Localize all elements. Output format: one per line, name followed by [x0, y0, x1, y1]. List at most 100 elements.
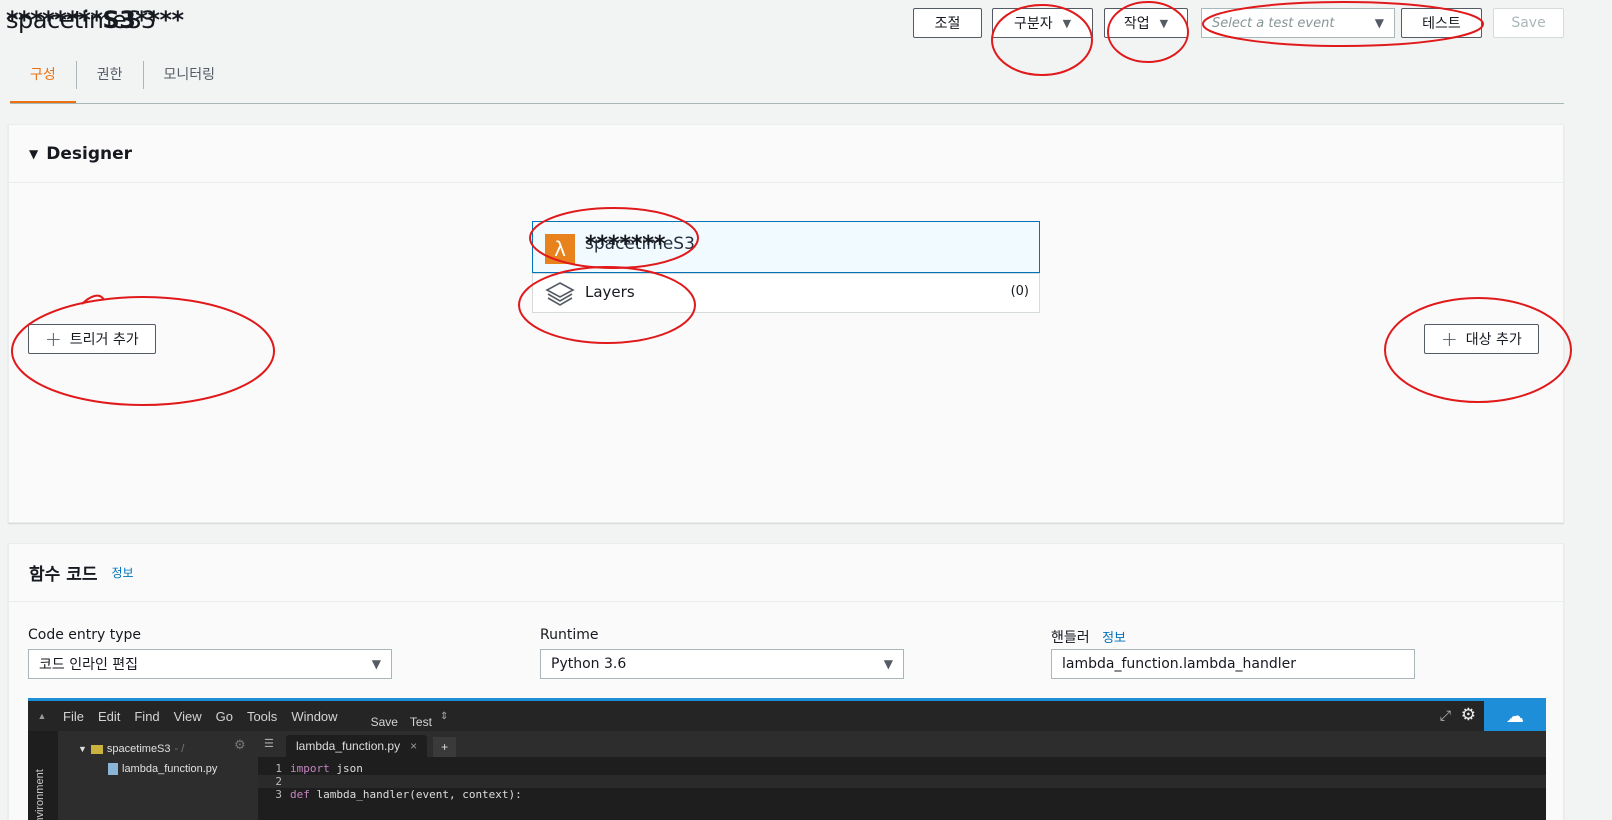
- file-name: lambda_function.py: [122, 763, 218, 775]
- layers-icon: [545, 282, 575, 306]
- test-button[interactable]: 테스트: [1401, 8, 1482, 38]
- tree-gear-icon[interactable]: ⚙: [234, 737, 246, 753]
- code-area[interactable]: ☰ lambda_function.py × + 1 import json 2…: [258, 731, 1546, 820]
- caret-down-icon: ▼: [1159, 16, 1169, 30]
- save-button[interactable]: Save: [1493, 8, 1564, 38]
- menu-find[interactable]: Find: [127, 709, 166, 724]
- test-event-select[interactable]: Select a test event ▼: [1201, 8, 1395, 38]
- function-title: spacetimeS3 ********S3****: [6, 6, 184, 34]
- python-file-icon: [108, 763, 118, 775]
- code-keyword: import: [290, 762, 330, 775]
- actions-button[interactable]: 작업 ▼: [1104, 8, 1188, 38]
- caret-down-icon: ▼: [371, 657, 381, 671]
- menu-go[interactable]: Go: [209, 709, 240, 724]
- editor-tabs: ☰ lambda_function.py × +: [258, 731, 1546, 757]
- updown-icon[interactable]: ⇕: [440, 711, 448, 722]
- caret-down-icon: ▼: [883, 657, 893, 671]
- caret-down-icon: ▼: [29, 146, 39, 161]
- throttle-label: 조절: [934, 16, 961, 32]
- editor-save-button[interactable]: Save: [365, 715, 404, 729]
- handler-info-link[interactable]: 정보: [1102, 631, 1126, 646]
- info-link[interactable]: 정보: [111, 564, 133, 581]
- caret-down-icon: ▼: [1374, 16, 1384, 30]
- folder-icon: [90, 744, 103, 754]
- handler-label-row: 핸들러 정보: [1051, 627, 1126, 647]
- runtime-label: Runtime: [540, 627, 599, 643]
- code-entry-label: Code entry type: [28, 627, 142, 643]
- layers-label: Layers: [585, 283, 635, 301]
- tab-label: 권한: [96, 67, 123, 83]
- new-tab-button[interactable]: +: [433, 737, 457, 757]
- menu-window[interactable]: Window: [284, 709, 344, 724]
- caret-down-icon: ▼: [78, 744, 87, 754]
- line-number: 1: [275, 762, 282, 775]
- code-entry-value: 코드 인라인 편집: [39, 657, 139, 673]
- tab-permissions[interactable]: 권한: [77, 58, 143, 104]
- code-line: 2: [258, 775, 1546, 788]
- menu-view[interactable]: View: [167, 709, 209, 724]
- menu-tools[interactable]: Tools: [240, 709, 284, 724]
- handler-label: 핸들러: [1051, 630, 1090, 646]
- menu-edit[interactable]: Edit: [91, 709, 127, 724]
- tab-menu-icon[interactable]: ☰: [264, 737, 274, 750]
- file-tree: ▼ spacetimeS3 - / ⚙ lambda_function.py: [58, 731, 258, 820]
- code-text: json: [329, 762, 363, 775]
- redaction-overlay: *******: [585, 232, 666, 257]
- add-trigger-button[interactable]: + 트리거 추가: [28, 324, 156, 354]
- config-tabs: 구성 권한 모니터링: [10, 58, 235, 104]
- folder-name: spacetimeS3: [106, 743, 171, 755]
- tab-label: 구성: [30, 67, 56, 83]
- tab-label: 모니터링: [163, 67, 216, 83]
- redaction-overlay: ********S3****: [6, 6, 184, 34]
- folder-suffix: - /: [174, 743, 185, 755]
- designer-panel: ▼ Designer: [8, 124, 1564, 523]
- test-event-placeholder: Select a test event: [1212, 15, 1335, 31]
- tree-folder[interactable]: ▼ spacetimeS3 - /: [78, 743, 184, 755]
- test-label: 테스트: [1422, 16, 1461, 32]
- lambda-icon: λ: [545, 234, 575, 264]
- add-destination-button[interactable]: + 대상 추가: [1424, 324, 1539, 354]
- function-node[interactable]: λ spacetimeS3 *******: [532, 221, 1040, 273]
- tree-file[interactable]: lambda_function.py: [108, 763, 217, 775]
- tabs-divider: [10, 103, 1564, 104]
- menu-file[interactable]: File: [56, 709, 91, 724]
- qualifiers-label: 구분자: [1013, 16, 1053, 32]
- qualifiers-button[interactable]: 구분자 ▼: [992, 8, 1093, 38]
- code-entry-select[interactable]: 코드 인라인 편집 ▼: [28, 649, 392, 679]
- handler-value: lambda_function.lambda_handler: [1062, 656, 1297, 672]
- throttle-button[interactable]: 조절: [913, 8, 982, 38]
- function-code-header: 함수 코드 정보: [9, 544, 1563, 602]
- tab-configuration[interactable]: 구성: [10, 58, 76, 104]
- save-label: Save: [1511, 15, 1546, 31]
- editor-test-button[interactable]: Test: [404, 715, 438, 729]
- cloud9-icon[interactable]: ☁: [1484, 701, 1546, 731]
- caret-down-icon: ▼: [1062, 16, 1072, 30]
- collapse-icon[interactable]: ▲: [28, 711, 56, 721]
- layers-node[interactable]: Layers (0): [532, 273, 1040, 313]
- function-code-title: 함수 코드: [29, 565, 98, 585]
- handler-input[interactable]: lambda_function.lambda_handler: [1051, 649, 1415, 679]
- fullscreen-icon[interactable]: ⤢: [1440, 707, 1451, 724]
- plus-icon: +: [45, 327, 62, 351]
- add-destination-label: 대상 추가: [1465, 332, 1522, 348]
- environment-label: Environment: [34, 769, 46, 820]
- designer-header[interactable]: ▼ Designer: [9, 125, 1563, 183]
- line-number: 3: [275, 788, 282, 801]
- code-keyword: def: [290, 788, 310, 801]
- close-icon[interactable]: ×: [410, 739, 417, 753]
- editor-tab-lambda-function[interactable]: lambda_function.py ×: [286, 735, 428, 757]
- layers-count: (0): [1010, 284, 1029, 299]
- gear-icon[interactable]: ⚙: [1461, 705, 1476, 725]
- runtime-select[interactable]: Python 3.6 ▼: [540, 649, 904, 679]
- environment-strip[interactable]: Environment: [28, 731, 58, 820]
- editor-tab-label: lambda_function.py: [296, 739, 401, 753]
- line-number: 2: [275, 775, 282, 788]
- add-trigger-label: 트리거 추가: [69, 332, 139, 348]
- designer-title: Designer: [46, 143, 133, 164]
- editor-menubar: ▲ File Edit Find View Go Tools Window Sa…: [28, 701, 1546, 731]
- function-node-name: spacetimeS3 *******: [585, 232, 695, 257]
- code-line: 3 def lambda_handler(event, context):: [258, 788, 1546, 801]
- runtime-value: Python 3.6: [551, 656, 627, 672]
- actions-label: 작업: [1123, 16, 1150, 32]
- tab-monitoring[interactable]: 모니터링: [144, 58, 236, 104]
